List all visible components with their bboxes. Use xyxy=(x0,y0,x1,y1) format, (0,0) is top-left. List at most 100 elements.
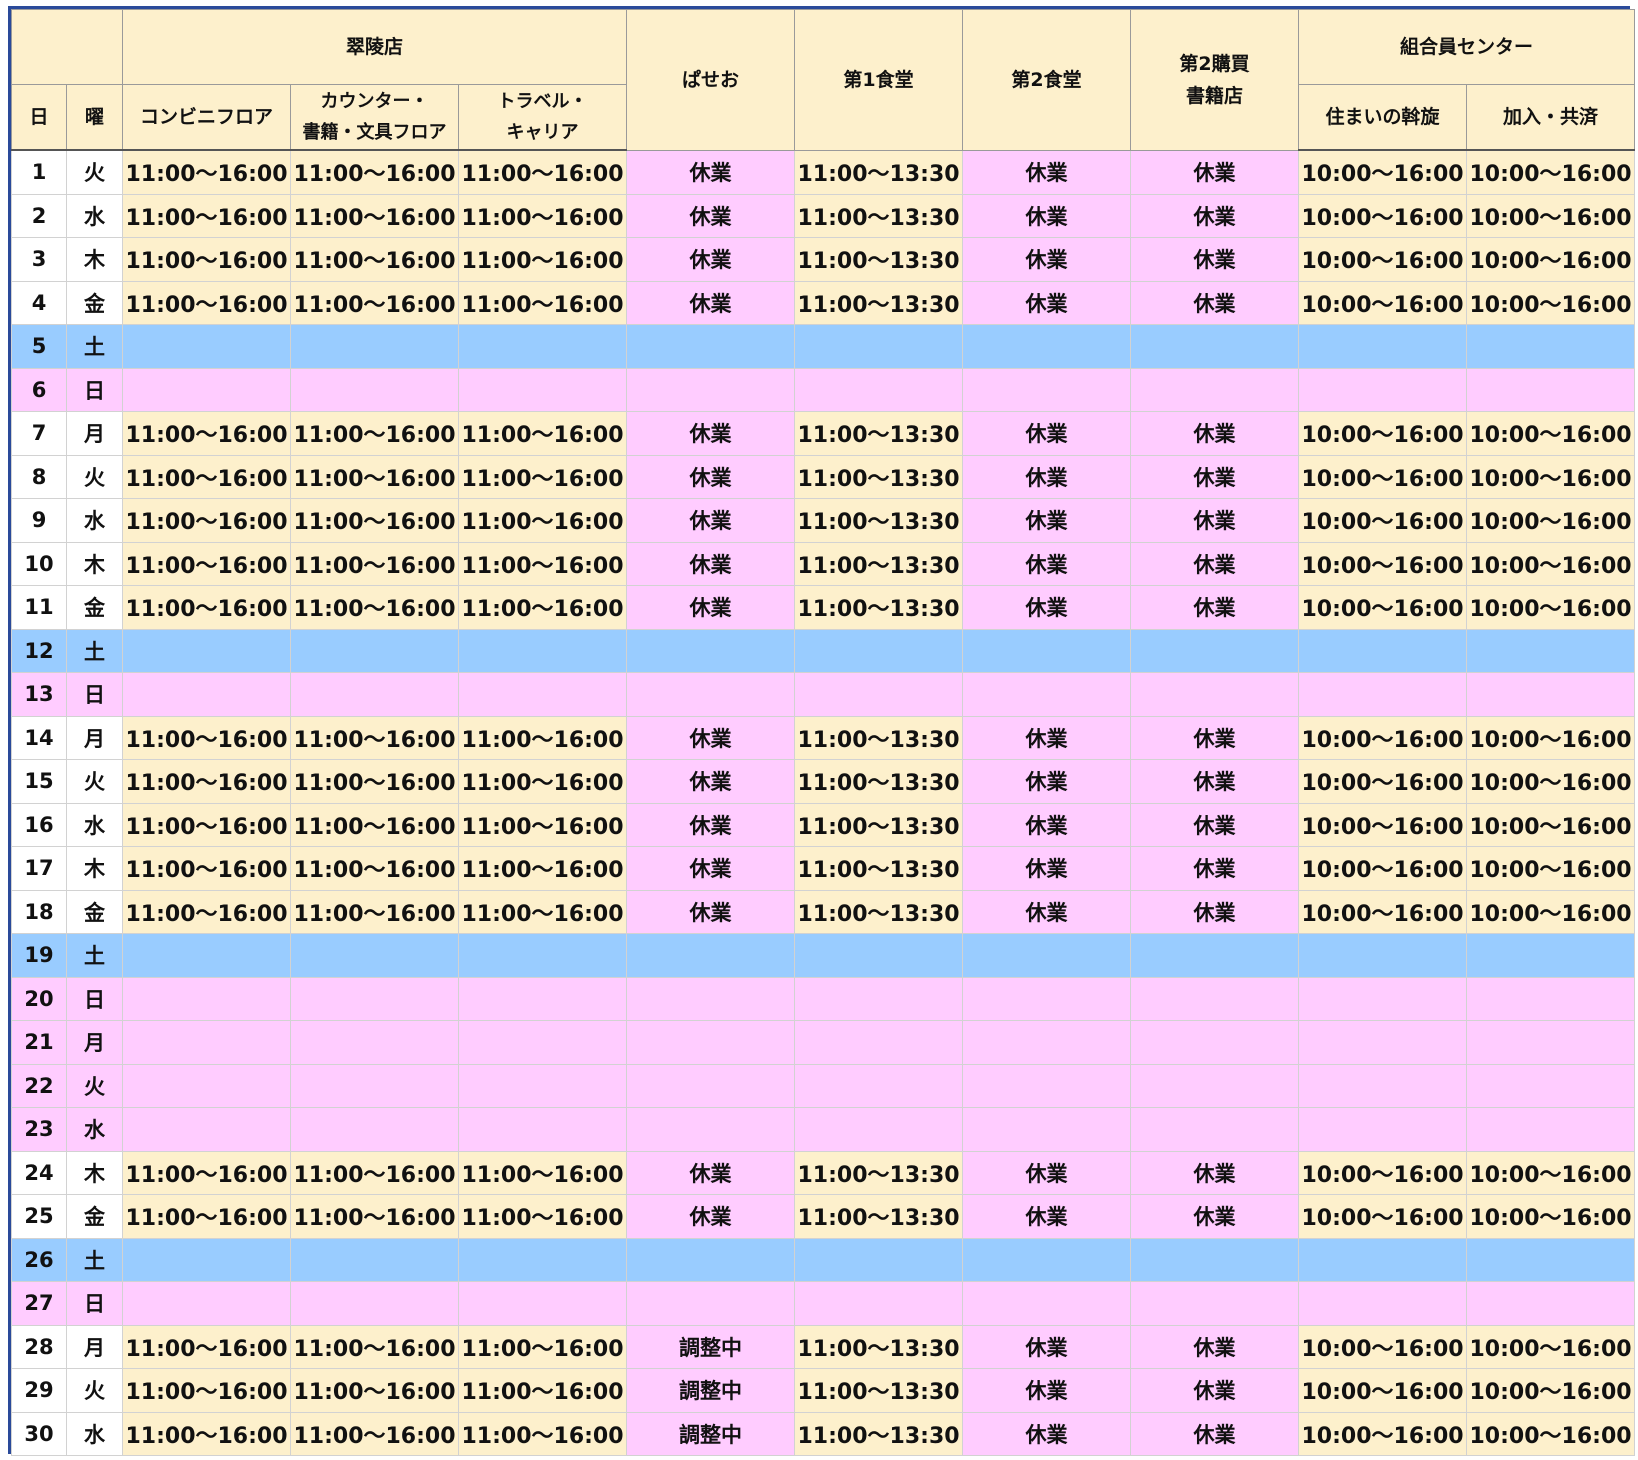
cell-travel xyxy=(457,1281,628,1326)
cell-sumai xyxy=(1298,1237,1468,1282)
cell-kanyu xyxy=(1466,976,1636,1021)
cell-weekday: 木 xyxy=(66,541,123,586)
cell-kanyu xyxy=(1466,324,1636,369)
cell-day: 21 xyxy=(11,1020,67,1065)
header-kobai2-line2: 書籍店 xyxy=(1186,84,1244,107)
cell-kobai2: 休業 xyxy=(1130,454,1300,499)
cell-day: 27 xyxy=(11,1281,67,1326)
cell-conveni: 11:00～16:00 xyxy=(122,889,291,934)
header-counter-line1: カウンター・ xyxy=(320,91,429,112)
cell-shokudo1 xyxy=(794,933,964,978)
cell-counter: 11:00～16:00 xyxy=(290,759,459,804)
cell-shokudo1: 11:00～13:30 xyxy=(794,1194,964,1239)
cell-shokudo2: 休業 xyxy=(962,237,1132,282)
cell-kanyu: 10:00～16:00 xyxy=(1466,802,1636,847)
cell-shokudo1: 11:00～13:30 xyxy=(794,193,964,238)
cell-conveni xyxy=(122,324,291,369)
cell-kanyu: 10:00～16:00 xyxy=(1466,889,1636,934)
cell-paseo xyxy=(626,933,796,978)
cell-counter: 11:00～16:00 xyxy=(290,889,459,934)
cell-weekday: 水 xyxy=(66,1107,123,1152)
cell-travel: 11:00～16:00 xyxy=(457,759,628,804)
cell-kobai2: 休業 xyxy=(1130,541,1300,586)
cell-shokudo2: 休業 xyxy=(962,585,1132,630)
cell-kobai2: 休業 xyxy=(1130,193,1300,238)
cell-shokudo1 xyxy=(794,628,964,673)
cell-counter: 11:00～16:00 xyxy=(290,846,459,891)
cell-conveni: 11:00～16:00 xyxy=(122,237,291,282)
cell-weekday: 火 xyxy=(66,759,123,804)
table-row: 8 火 11:00～16:00 11:00～16:00 11:00～16:00 休業 11:… xyxy=(11,454,1636,499)
header-suiryo: 翠陵店 xyxy=(121,9,628,85)
cell-shokudo2: 休業 xyxy=(962,889,1132,934)
cell-conveni: 11:00～16:00 xyxy=(122,1194,291,1239)
table-row: 17 木 11:00～16:00 11:00～16:00 11:00～16:00 休業 11… xyxy=(11,846,1636,891)
cell-paseo: 休業 xyxy=(626,411,796,456)
cell-travel: 11:00～16:00 xyxy=(457,1368,628,1413)
cell-travel xyxy=(457,933,628,978)
cell-counter: 11:00～16:00 xyxy=(290,541,459,586)
cell-shokudo1 xyxy=(794,1281,964,1326)
cell-shokudo2: 休業 xyxy=(962,1194,1132,1239)
cell-travel: 11:00～16:00 xyxy=(457,1194,628,1239)
cell-weekday: 日 xyxy=(66,672,123,717)
cell-conveni xyxy=(122,1281,291,1326)
cell-shokudo2 xyxy=(962,933,1132,978)
cell-shokudo2: 休業 xyxy=(962,715,1132,760)
cell-travel: 11:00～16:00 xyxy=(457,411,628,456)
table-row: 13 日 xyxy=(11,672,1636,717)
cell-day: 22 xyxy=(11,1063,67,1108)
cell-kanyu xyxy=(1466,1107,1636,1152)
cell-shokudo1: 11:00～13:30 xyxy=(794,454,964,499)
business-hours-table: 翠陵店 ぱせお 第1食堂 第2食堂 第2購買 書籍店 組合員センター 日 曜 コ… xyxy=(11,9,1636,1456)
cell-weekday: 日 xyxy=(66,367,123,412)
cell-shokudo2: 休業 xyxy=(962,1324,1132,1369)
cell-counter: 11:00～16:00 xyxy=(290,237,459,282)
cell-shokudo2: 休業 xyxy=(962,498,1132,543)
cell-kobai2: 休業 xyxy=(1130,1368,1300,1413)
cell-sumai: 10:00～16:00 xyxy=(1298,149,1468,195)
cell-sumai: 10:00～16:00 xyxy=(1298,1194,1468,1239)
table-row: 10 木 11:00～16:00 11:00～16:00 11:00～16:00 休業 11… xyxy=(11,541,1636,586)
cell-kanyu xyxy=(1466,672,1636,717)
cell-conveni: 11:00～16:00 xyxy=(122,149,291,195)
cell-conveni xyxy=(122,976,291,1021)
cell-kanyu: 10:00～16:00 xyxy=(1466,1324,1636,1369)
cell-paseo: 休業 xyxy=(626,280,796,325)
cell-conveni xyxy=(122,672,291,717)
cell-day: 2 xyxy=(11,193,67,238)
cell-kobai2: 休業 xyxy=(1130,1150,1300,1195)
cell-counter: 11:00～16:00 xyxy=(290,498,459,543)
cell-paseo xyxy=(626,1020,796,1065)
cell-paseo: 休業 xyxy=(626,237,796,282)
cell-kobai2: 休業 xyxy=(1130,802,1300,847)
cell-counter: 11:00～16:00 xyxy=(290,454,459,499)
cell-day: 6 xyxy=(11,367,67,412)
cell-day: 25 xyxy=(11,1194,67,1239)
cell-sumai: 10:00～16:00 xyxy=(1298,411,1468,456)
cell-shokudo1: 11:00～13:30 xyxy=(794,1150,964,1195)
table-row: 4 金 11:00～16:00 11:00～16:00 11:00～16:00 休業 11:… xyxy=(11,280,1636,325)
cell-kobai2 xyxy=(1130,324,1300,369)
cell-travel: 11:00～16:00 xyxy=(457,1324,628,1369)
cell-sumai: 10:00～16:00 xyxy=(1298,585,1468,630)
cell-travel: 11:00～16:00 xyxy=(457,889,628,934)
cell-counter: 11:00～16:00 xyxy=(290,1411,459,1456)
cell-weekday: 水 xyxy=(66,1411,123,1456)
table-row: 16 水 11:00～16:00 11:00～16:00 11:00～16:00 休業 11… xyxy=(11,802,1636,847)
cell-day: 16 xyxy=(11,802,67,847)
cell-paseo xyxy=(626,672,796,717)
cell-conveni: 11:00～16:00 xyxy=(122,585,291,630)
table-row: 5土 xyxy=(11,324,1636,369)
cell-shokudo2: 休業 xyxy=(962,1368,1132,1413)
cell-conveni: 11:00～16:00 xyxy=(122,715,291,760)
cell-shokudo2 xyxy=(962,976,1132,1021)
header-shokudo1: 第1食堂 xyxy=(794,9,964,151)
cell-travel: 11:00～16:00 xyxy=(457,498,628,543)
cell-travel: 11:00～16:00 xyxy=(457,846,628,891)
cell-conveni: 11:00～16:00 xyxy=(122,280,291,325)
cell-weekday: 火 xyxy=(66,1368,123,1413)
cell-kanyu: 10:00～16:00 xyxy=(1466,846,1636,891)
cell-shokudo2: 休業 xyxy=(962,280,1132,325)
cell-day: 11 xyxy=(11,585,67,630)
